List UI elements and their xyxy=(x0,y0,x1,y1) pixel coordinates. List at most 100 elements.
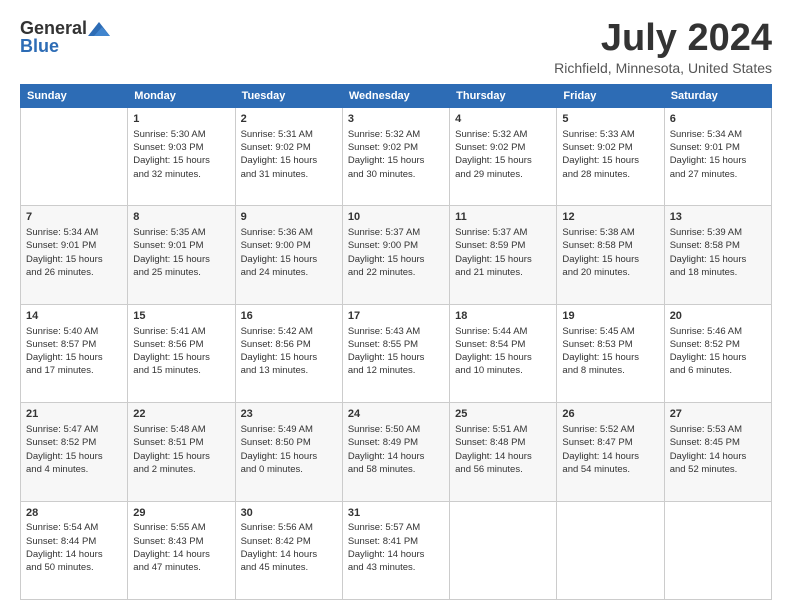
day-number: 15 xyxy=(133,309,229,324)
day-info: Sunrise: 5:49 AM Sunset: 8:50 PM Dayligh… xyxy=(241,423,337,476)
calendar-cell: 19Sunrise: 5:45 AM Sunset: 8:53 PM Dayli… xyxy=(557,304,664,402)
calendar-cell: 27Sunrise: 5:53 AM Sunset: 8:45 PM Dayli… xyxy=(664,403,771,501)
day-number: 18 xyxy=(455,309,551,324)
weekday-header-thursday: Thursday xyxy=(450,84,557,107)
calendar-cell: 3Sunrise: 5:32 AM Sunset: 9:02 PM Daylig… xyxy=(342,107,449,205)
calendar-cell: 24Sunrise: 5:50 AM Sunset: 8:49 PM Dayli… xyxy=(342,403,449,501)
day-info: Sunrise: 5:46 AM Sunset: 8:52 PM Dayligh… xyxy=(670,325,766,378)
week-row-3: 14Sunrise: 5:40 AM Sunset: 8:57 PM Dayli… xyxy=(21,304,772,402)
day-number: 13 xyxy=(670,210,766,225)
calendar-cell: 23Sunrise: 5:49 AM Sunset: 8:50 PM Dayli… xyxy=(235,403,342,501)
calendar-cell: 15Sunrise: 5:41 AM Sunset: 8:56 PM Dayli… xyxy=(128,304,235,402)
month-title: July 2024 xyxy=(554,18,772,60)
weekday-header-tuesday: Tuesday xyxy=(235,84,342,107)
day-number: 25 xyxy=(455,407,551,422)
day-number: 14 xyxy=(26,309,122,324)
calendar-cell: 4Sunrise: 5:32 AM Sunset: 9:02 PM Daylig… xyxy=(450,107,557,205)
calendar-cell xyxy=(664,501,771,599)
day-number: 21 xyxy=(26,407,122,422)
day-number: 12 xyxy=(562,210,658,225)
calendar-cell: 14Sunrise: 5:40 AM Sunset: 8:57 PM Dayli… xyxy=(21,304,128,402)
calendar-cell xyxy=(557,501,664,599)
day-info: Sunrise: 5:32 AM Sunset: 9:02 PM Dayligh… xyxy=(455,128,551,181)
calendar-cell: 16Sunrise: 5:42 AM Sunset: 8:56 PM Dayli… xyxy=(235,304,342,402)
day-number: 29 xyxy=(133,506,229,521)
day-number: 8 xyxy=(133,210,229,225)
day-number: 16 xyxy=(241,309,337,324)
weekday-header-wednesday: Wednesday xyxy=(342,84,449,107)
day-number: 3 xyxy=(348,112,444,127)
day-info: Sunrise: 5:48 AM Sunset: 8:51 PM Dayligh… xyxy=(133,423,229,476)
day-number: 4 xyxy=(455,112,551,127)
calendar-cell: 26Sunrise: 5:52 AM Sunset: 8:47 PM Dayli… xyxy=(557,403,664,501)
day-info: Sunrise: 5:37 AM Sunset: 8:59 PM Dayligh… xyxy=(455,226,551,279)
calendar-cell: 22Sunrise: 5:48 AM Sunset: 8:51 PM Dayli… xyxy=(128,403,235,501)
calendar-cell: 13Sunrise: 5:39 AM Sunset: 8:58 PM Dayli… xyxy=(664,206,771,304)
calendar-page: General Blue July 2024 Richfield, Minnes… xyxy=(0,0,792,612)
week-row-1: 1Sunrise: 5:30 AM Sunset: 9:03 PM Daylig… xyxy=(21,107,772,205)
calendar-cell: 5Sunrise: 5:33 AM Sunset: 9:02 PM Daylig… xyxy=(557,107,664,205)
calendar-cell: 21Sunrise: 5:47 AM Sunset: 8:52 PM Dayli… xyxy=(21,403,128,501)
day-number: 19 xyxy=(562,309,658,324)
day-info: Sunrise: 5:51 AM Sunset: 8:48 PM Dayligh… xyxy=(455,423,551,476)
day-info: Sunrise: 5:31 AM Sunset: 9:02 PM Dayligh… xyxy=(241,128,337,181)
day-info: Sunrise: 5:50 AM Sunset: 8:49 PM Dayligh… xyxy=(348,423,444,476)
day-info: Sunrise: 5:56 AM Sunset: 8:42 PM Dayligh… xyxy=(241,521,337,574)
calendar-cell: 8Sunrise: 5:35 AM Sunset: 9:01 PM Daylig… xyxy=(128,206,235,304)
calendar-cell: 1Sunrise: 5:30 AM Sunset: 9:03 PM Daylig… xyxy=(128,107,235,205)
day-info: Sunrise: 5:54 AM Sunset: 8:44 PM Dayligh… xyxy=(26,521,122,574)
day-info: Sunrise: 5:57 AM Sunset: 8:41 PM Dayligh… xyxy=(348,521,444,574)
day-info: Sunrise: 5:53 AM Sunset: 8:45 PM Dayligh… xyxy=(670,423,766,476)
calendar-table: SundayMondayTuesdayWednesdayThursdayFrid… xyxy=(20,84,772,600)
day-number: 2 xyxy=(241,112,337,127)
calendar-cell: 6Sunrise: 5:34 AM Sunset: 9:01 PM Daylig… xyxy=(664,107,771,205)
calendar-cell: 30Sunrise: 5:56 AM Sunset: 8:42 PM Dayli… xyxy=(235,501,342,599)
day-info: Sunrise: 5:34 AM Sunset: 9:01 PM Dayligh… xyxy=(670,128,766,181)
weekday-header-row: SundayMondayTuesdayWednesdayThursdayFrid… xyxy=(21,84,772,107)
weekday-header-sunday: Sunday xyxy=(21,84,128,107)
calendar-cell: 31Sunrise: 5:57 AM Sunset: 8:41 PM Dayli… xyxy=(342,501,449,599)
day-number: 7 xyxy=(26,210,122,225)
logo-blue-text: Blue xyxy=(20,36,110,57)
week-row-5: 28Sunrise: 5:54 AM Sunset: 8:44 PM Dayli… xyxy=(21,501,772,599)
week-row-2: 7Sunrise: 5:34 AM Sunset: 9:01 PM Daylig… xyxy=(21,206,772,304)
weekday-header-monday: Monday xyxy=(128,84,235,107)
weekday-header-saturday: Saturday xyxy=(664,84,771,107)
day-number: 28 xyxy=(26,506,122,521)
day-info: Sunrise: 5:34 AM Sunset: 9:01 PM Dayligh… xyxy=(26,226,122,279)
header: General Blue July 2024 Richfield, Minnes… xyxy=(20,18,772,76)
calendar-cell: 25Sunrise: 5:51 AM Sunset: 8:48 PM Dayli… xyxy=(450,403,557,501)
calendar-cell: 17Sunrise: 5:43 AM Sunset: 8:55 PM Dayli… xyxy=(342,304,449,402)
day-info: Sunrise: 5:38 AM Sunset: 8:58 PM Dayligh… xyxy=(562,226,658,279)
day-number: 17 xyxy=(348,309,444,324)
day-info: Sunrise: 5:33 AM Sunset: 9:02 PM Dayligh… xyxy=(562,128,658,181)
day-number: 23 xyxy=(241,407,337,422)
day-info: Sunrise: 5:47 AM Sunset: 8:52 PM Dayligh… xyxy=(26,423,122,476)
day-number: 10 xyxy=(348,210,444,225)
day-number: 11 xyxy=(455,210,551,225)
day-info: Sunrise: 5:35 AM Sunset: 9:01 PM Dayligh… xyxy=(133,226,229,279)
title-block: July 2024 Richfield, Minnesota, United S… xyxy=(554,18,772,76)
calendar-cell: 9Sunrise: 5:36 AM Sunset: 9:00 PM Daylig… xyxy=(235,206,342,304)
day-info: Sunrise: 5:43 AM Sunset: 8:55 PM Dayligh… xyxy=(348,325,444,378)
week-row-4: 21Sunrise: 5:47 AM Sunset: 8:52 PM Dayli… xyxy=(21,403,772,501)
day-info: Sunrise: 5:55 AM Sunset: 8:43 PM Dayligh… xyxy=(133,521,229,574)
day-number: 6 xyxy=(670,112,766,127)
calendar-cell: 12Sunrise: 5:38 AM Sunset: 8:58 PM Dayli… xyxy=(557,206,664,304)
day-info: Sunrise: 5:41 AM Sunset: 8:56 PM Dayligh… xyxy=(133,325,229,378)
day-number: 31 xyxy=(348,506,444,521)
day-number: 24 xyxy=(348,407,444,422)
day-info: Sunrise: 5:32 AM Sunset: 9:02 PM Dayligh… xyxy=(348,128,444,181)
day-number: 22 xyxy=(133,407,229,422)
calendar-cell: 2Sunrise: 5:31 AM Sunset: 9:02 PM Daylig… xyxy=(235,107,342,205)
day-number: 27 xyxy=(670,407,766,422)
day-number: 9 xyxy=(241,210,337,225)
calendar-cell: 29Sunrise: 5:55 AM Sunset: 8:43 PM Dayli… xyxy=(128,501,235,599)
day-info: Sunrise: 5:39 AM Sunset: 8:58 PM Dayligh… xyxy=(670,226,766,279)
calendar-cell xyxy=(450,501,557,599)
day-number: 30 xyxy=(241,506,337,521)
calendar-cell: 18Sunrise: 5:44 AM Sunset: 8:54 PM Dayli… xyxy=(450,304,557,402)
logo: General Blue xyxy=(20,18,110,57)
day-info: Sunrise: 5:37 AM Sunset: 9:00 PM Dayligh… xyxy=(348,226,444,279)
day-number: 26 xyxy=(562,407,658,422)
